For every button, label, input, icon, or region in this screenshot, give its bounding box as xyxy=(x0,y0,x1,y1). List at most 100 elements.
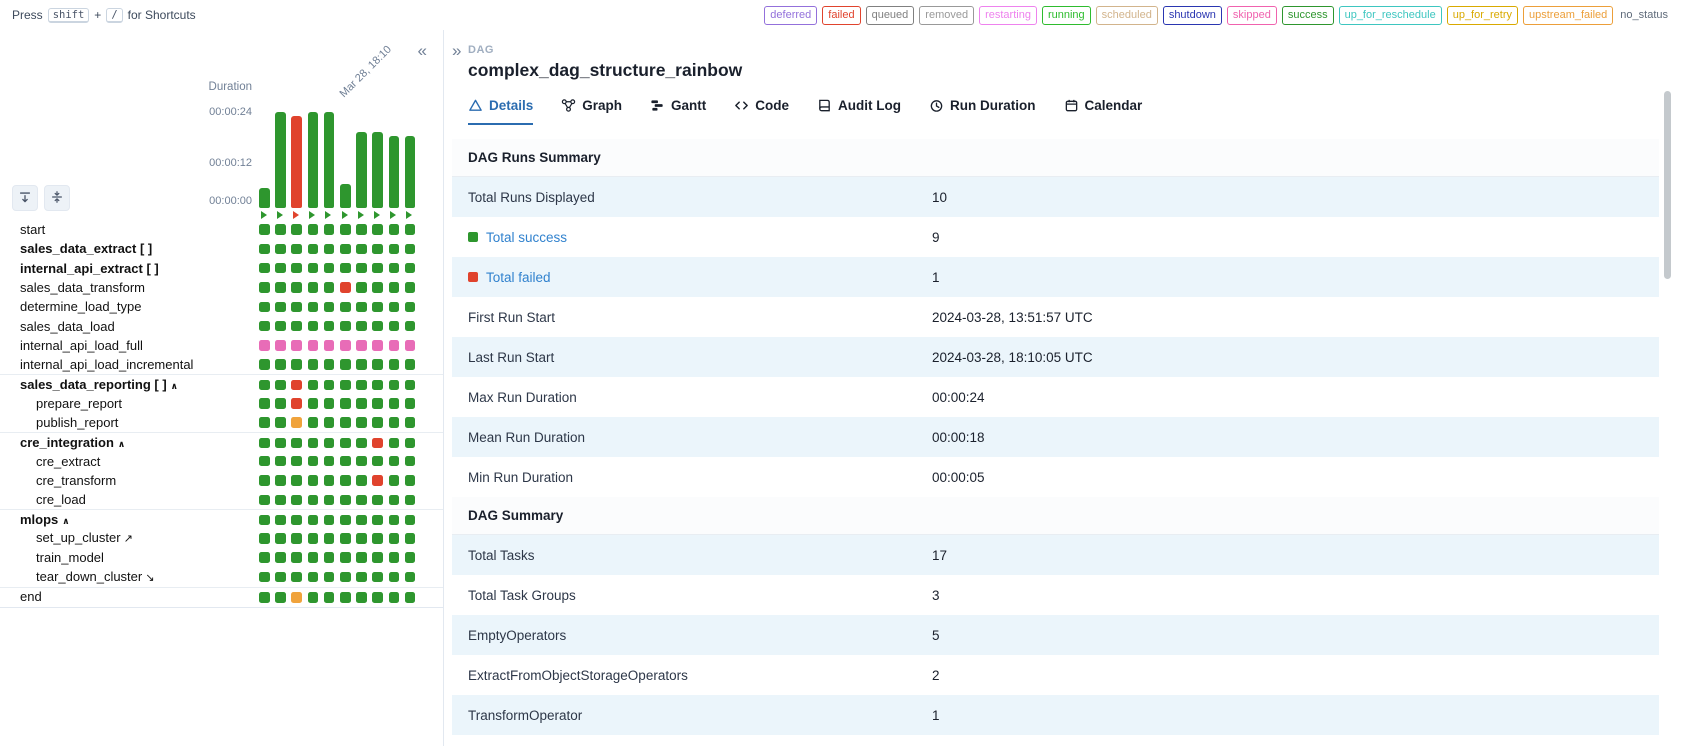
task-instance-cell[interactable] xyxy=(389,302,400,313)
task-instance-cell[interactable] xyxy=(389,359,400,370)
task-label[interactable]: end xyxy=(0,590,42,603)
row-total-failed[interactable]: Total failed xyxy=(468,270,932,285)
task-instance-cell[interactable] xyxy=(275,282,286,293)
task-instance-cell[interactable] xyxy=(389,438,400,449)
task-instance-cell[interactable] xyxy=(324,263,335,274)
task-instance-cell[interactable] xyxy=(259,398,270,409)
task-instance-cell[interactable] xyxy=(324,456,335,467)
run-state-marker[interactable] xyxy=(374,211,380,219)
run-duration-bar[interactable] xyxy=(389,136,400,208)
task-instance-cell[interactable] xyxy=(308,380,319,391)
chevron-up-icon[interactable]: ∧ xyxy=(171,381,178,391)
task-instance-cell[interactable] xyxy=(259,359,270,370)
task-instance-cell[interactable] xyxy=(356,456,367,467)
task-instance-cell[interactable] xyxy=(356,282,367,293)
task-instance-cell[interactable] xyxy=(275,224,286,235)
task-instance-cell[interactable] xyxy=(356,552,367,563)
task-instance-cell[interactable] xyxy=(275,515,286,526)
task-instance-cell[interactable] xyxy=(372,340,383,351)
task-instance-cell[interactable] xyxy=(291,417,302,428)
run-state-marker[interactable] xyxy=(406,211,412,219)
task-instance-cell[interactable] xyxy=(308,515,319,526)
task-label[interactable]: cre_transform xyxy=(0,474,116,487)
task-instance-cell[interactable] xyxy=(308,282,319,293)
run-duration-bar[interactable] xyxy=(308,112,319,208)
task-instance-cell[interactable] xyxy=(308,340,319,351)
task-instance-cell[interactable] xyxy=(372,398,383,409)
legend-badge-scheduled[interactable]: scheduled xyxy=(1096,6,1158,25)
run-state-marker[interactable] xyxy=(390,211,396,219)
task-instance-cell[interactable] xyxy=(389,456,400,467)
task-label[interactable]: prepare_report xyxy=(0,397,122,410)
scrollbar-thumb[interactable] xyxy=(1664,91,1671,279)
task-instance-cell[interactable] xyxy=(259,417,270,428)
task-instance-cell[interactable] xyxy=(405,417,416,428)
task-instance-cell[interactable] xyxy=(340,456,351,467)
task-instance-cell[interactable] xyxy=(372,302,383,313)
task-instance-cell[interactable] xyxy=(324,282,335,293)
task-instance-cell[interactable] xyxy=(405,321,416,332)
task-instance-cell[interactable] xyxy=(275,359,286,370)
task-instance-cell[interactable] xyxy=(324,359,335,370)
task-instance-cell[interactable] xyxy=(324,592,335,603)
task-instance-cell[interactable] xyxy=(308,224,319,235)
task-instance-cell[interactable] xyxy=(389,380,400,391)
task-instance-cell[interactable] xyxy=(275,495,286,506)
task-instance-cell[interactable] xyxy=(356,515,367,526)
task-instance-cell[interactable] xyxy=(405,475,416,486)
task-instance-cell[interactable] xyxy=(372,263,383,274)
task-instance-cell[interactable] xyxy=(372,572,383,583)
task-instance-cell[interactable] xyxy=(308,475,319,486)
task-instance-cell[interactable] xyxy=(275,417,286,428)
run-duration-bar[interactable] xyxy=(340,184,351,208)
task-instance-cell[interactable] xyxy=(405,340,416,351)
task-instance-cell[interactable] xyxy=(308,263,319,274)
task-label[interactable]: sales_data_load xyxy=(0,320,115,333)
legend-badge-success[interactable]: success xyxy=(1282,6,1334,25)
task-instance-cell[interactable] xyxy=(372,321,383,332)
task-instance-cell[interactable] xyxy=(405,495,416,506)
task-instance-cell[interactable] xyxy=(405,224,416,235)
task-instance-cell[interactable] xyxy=(324,552,335,563)
task-instance-cell[interactable] xyxy=(389,224,400,235)
task-instance-cell[interactable] xyxy=(372,380,383,391)
task-instance-cell[interactable] xyxy=(389,592,400,603)
task-instance-cell[interactable] xyxy=(356,244,367,255)
legend-badge-up-for-reschedule[interactable]: up_for_reschedule xyxy=(1339,6,1442,25)
tab-graph[interactable]: Graph xyxy=(561,98,622,125)
run-duration-bar[interactable] xyxy=(275,112,286,208)
task-instance-cell[interactable] xyxy=(389,282,400,293)
task-instance-cell[interactable] xyxy=(308,359,319,370)
task-instance-cell[interactable] xyxy=(372,282,383,293)
task-instance-cell[interactable] xyxy=(405,552,416,563)
run-duration-bar[interactable] xyxy=(324,112,335,208)
task-instance-cell[interactable] xyxy=(324,340,335,351)
task-instance-cell[interactable] xyxy=(405,438,416,449)
tab-gantt[interactable]: Gantt xyxy=(650,98,706,125)
task-instance-cell[interactable] xyxy=(356,417,367,428)
task-instance-cell[interactable] xyxy=(356,321,367,332)
task-instance-cell[interactable] xyxy=(259,592,270,603)
run-duration-bar[interactable] xyxy=(259,188,270,208)
run-duration-bar[interactable] xyxy=(405,136,416,208)
task-instance-cell[interactable] xyxy=(259,533,270,544)
task-instance-cell[interactable] xyxy=(340,224,351,235)
task-instance-cell[interactable] xyxy=(372,533,383,544)
task-label[interactable]: determine_load_type xyxy=(0,300,141,313)
task-instance-cell[interactable] xyxy=(405,398,416,409)
task-instance-cell[interactable] xyxy=(308,438,319,449)
task-instance-cell[interactable] xyxy=(324,475,335,486)
task-instance-cell[interactable] xyxy=(259,263,270,274)
task-instance-cell[interactable] xyxy=(324,398,335,409)
task-instance-cell[interactable] xyxy=(356,359,367,370)
task-instance-cell[interactable] xyxy=(324,438,335,449)
task-instance-cell[interactable] xyxy=(259,515,270,526)
task-instance-cell[interactable] xyxy=(340,359,351,370)
legend-badge-failed[interactable]: failed xyxy=(822,6,860,25)
run-duration-bar[interactable] xyxy=(291,116,302,208)
task-instance-cell[interactable] xyxy=(389,495,400,506)
task-instance-cell[interactable] xyxy=(372,224,383,235)
task-instance-cell[interactable] xyxy=(275,302,286,313)
task-instance-cell[interactable] xyxy=(291,438,302,449)
task-instance-cell[interactable] xyxy=(291,244,302,255)
